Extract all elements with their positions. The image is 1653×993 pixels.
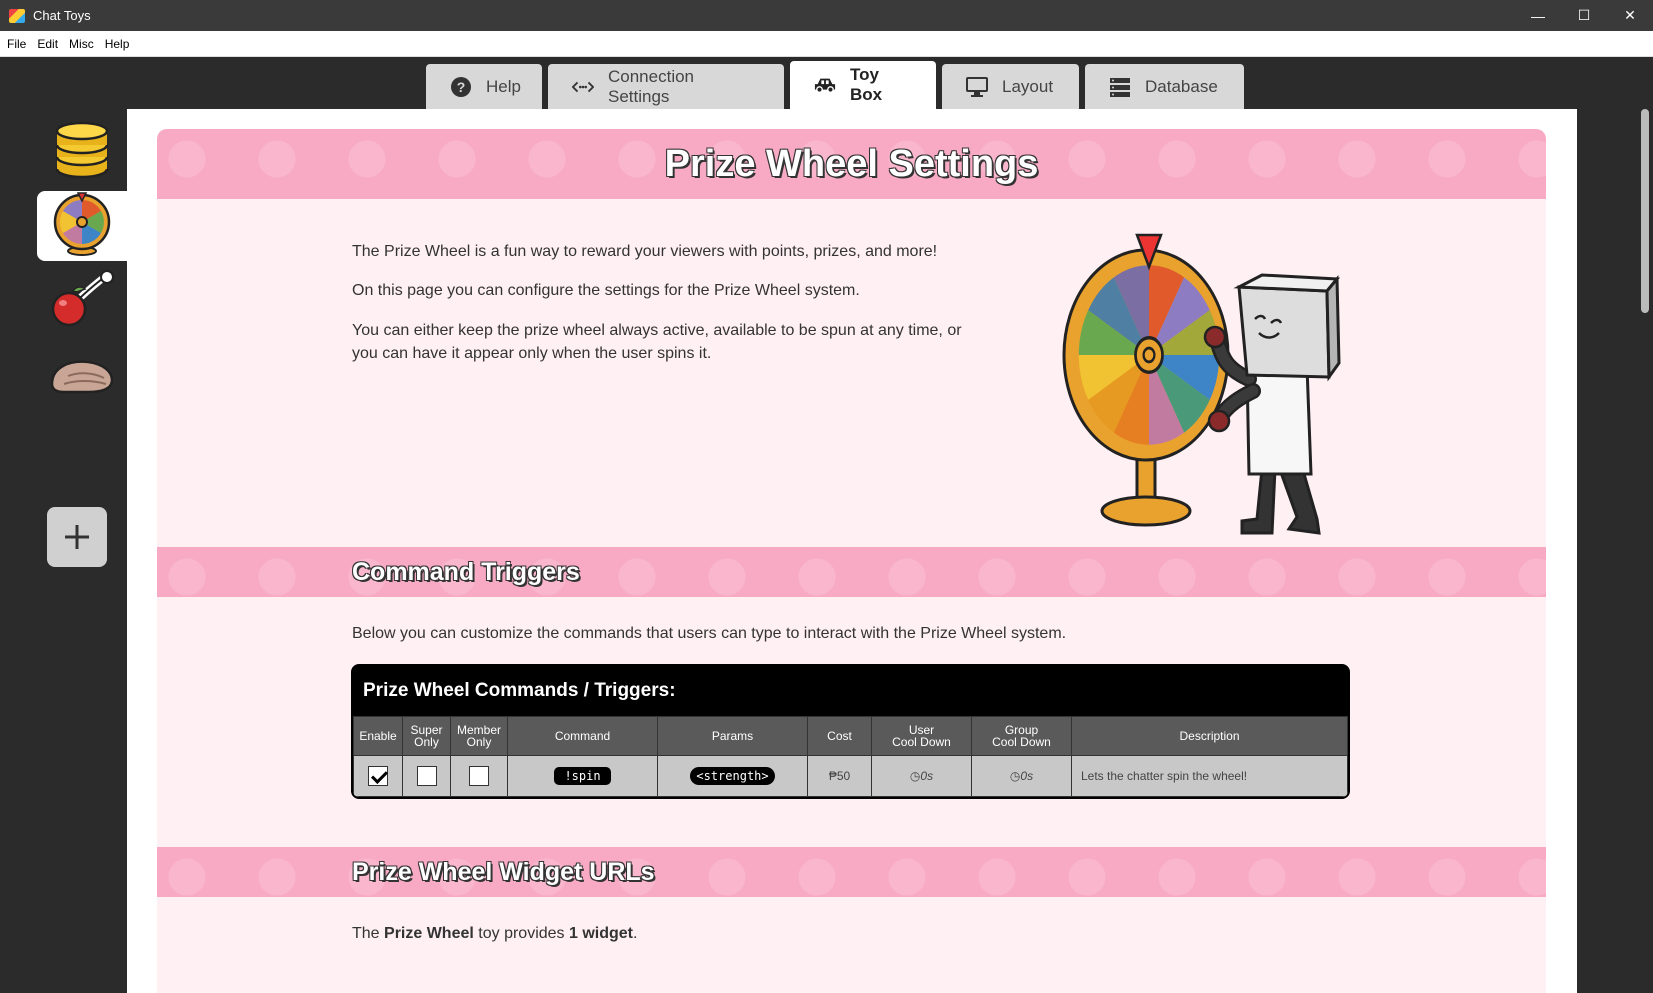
prize-wheel-illustration xyxy=(1057,229,1377,544)
intro-paragraph-1: The Prize Wheel is a fun way to reward y… xyxy=(352,243,938,260)
connection-icon xyxy=(572,76,594,98)
user-cooldown-value: 0s xyxy=(920,769,934,783)
tab-help-label: Help xyxy=(486,76,521,96)
member-only-cell xyxy=(450,755,508,797)
command-cell[interactable]: !spin xyxy=(507,755,658,797)
description-cell[interactable]: Lets the chatter spin the wheel! xyxy=(1071,755,1348,797)
scrollbar-thumb[interactable] xyxy=(1641,109,1649,313)
sidebar-item-points[interactable] xyxy=(37,115,127,185)
page-title-banner: Prize Wheel Settings xyxy=(157,129,1546,199)
widget-urls-title: Prize Wheel Widget URLs xyxy=(352,857,655,886)
page-title: Prize Wheel Settings xyxy=(664,142,1039,185)
enable-cell xyxy=(353,755,403,797)
tab-toy-box[interactable]: Toy Box xyxy=(790,61,936,109)
command-triggers-title: Command Triggers xyxy=(352,557,580,586)
cost-cell[interactable]: ₱50 xyxy=(807,755,872,797)
command-triggers-banner: Command Triggers xyxy=(157,547,1546,597)
user-cooldown-cell[interactable]: ◷0s xyxy=(871,755,972,797)
content-scrollbar[interactable] xyxy=(1637,109,1653,993)
widget-summary-post: . xyxy=(633,925,638,942)
toy-settings-content: Prize Wheel Settings The Prize Wheel is … xyxy=(127,109,1577,993)
hand-icon xyxy=(48,354,116,403)
widget-summary-pre: The xyxy=(352,925,385,942)
menu-file[interactable]: File xyxy=(7,37,26,51)
tab-database[interactable]: Database xyxy=(1085,64,1244,109)
header-group-cd-line2: Cool Down xyxy=(992,735,1051,749)
widget-urls-summary: The Prize Wheel toy provides 1 widget. xyxy=(352,922,637,945)
clock-icon: ◷ xyxy=(909,769,921,783)
commands-header-row: Enable Super Only Member Only Command Para… xyxy=(353,716,1348,756)
widget-urls-banner: Prize Wheel Widget URLs xyxy=(157,847,1546,897)
table-row: !spin <strength> ₱50 ◷0s ◷0s Lets the ch… xyxy=(353,755,1348,797)
widget-summary-mid: toy provides xyxy=(473,925,569,942)
monitor-icon xyxy=(966,76,988,98)
tab-connection-settings[interactable]: Connection Settings xyxy=(548,64,784,109)
toy-car-icon xyxy=(814,74,836,96)
tab-connection-settings-label: Connection Settings xyxy=(608,66,695,106)
prize-wheel-panel: Prize Wheel Settings The Prize Wheel is … xyxy=(157,129,1546,993)
tab-layout[interactable]: Layout xyxy=(942,64,1079,109)
params-pill[interactable]: <strength> xyxy=(690,767,775,785)
header-member-line2: Only xyxy=(466,735,492,749)
svg-text:?: ? xyxy=(457,79,466,95)
sidebar-item-prize-wheel[interactable] xyxy=(37,191,127,261)
widget-summary-toy-name: Prize Wheel xyxy=(384,925,474,942)
tab-database-label: Database xyxy=(1145,76,1218,96)
window-controls: — ☐ ✕ xyxy=(1515,0,1653,31)
params-cell[interactable]: <strength> xyxy=(657,755,808,797)
header-super-only: Super Only xyxy=(402,716,451,756)
add-toy-button[interactable] xyxy=(47,507,107,567)
super-only-cell xyxy=(402,755,451,797)
header-member-only: Member Only xyxy=(450,716,508,756)
menu-bar: File Edit Misc Help xyxy=(0,31,1653,57)
header-enable: Enable xyxy=(353,716,403,756)
commands-table-title: Prize Wheel Commands / Triggers: xyxy=(363,680,676,701)
close-button[interactable]: ✕ xyxy=(1607,0,1653,31)
prize-wheel-icon xyxy=(52,191,112,261)
member-only-checkbox[interactable] xyxy=(469,766,489,786)
app-logo-icon xyxy=(9,8,25,23)
question-circle-icon: ? xyxy=(450,76,472,98)
app-area: ? Help Connection Settings Toy Box Layou… xyxy=(0,57,1653,993)
commands-table: Prize Wheel Commands / Triggers: Enable … xyxy=(351,664,1350,799)
title-bar: Chat Toys — ☐ ✕ xyxy=(0,0,1653,31)
maximize-button[interactable]: ☐ xyxy=(1561,0,1607,31)
header-user-cd-line2: Cool Down xyxy=(892,735,951,749)
intro-paragraph-3: You can either keep the prize wheel alwa… xyxy=(352,322,962,362)
command-pill[interactable]: !spin xyxy=(554,767,611,785)
super-only-checkbox[interactable] xyxy=(416,766,437,786)
tab-toy-box-label: Toy Box xyxy=(850,65,883,104)
cherry-bomb-icon xyxy=(49,269,115,336)
window-title: Chat Toys xyxy=(33,8,91,23)
clock-icon: ◷ xyxy=(1009,769,1021,783)
group-cooldown-cell[interactable]: ◷0s xyxy=(971,755,1072,797)
menu-edit[interactable]: Edit xyxy=(37,37,58,51)
header-user-cooldown: User Cool Down xyxy=(871,716,972,756)
sidebar-item-touch[interactable] xyxy=(37,343,127,413)
menu-help[interactable]: Help xyxy=(105,37,130,51)
coin-stack-icon xyxy=(52,117,112,184)
commands-grid: Enable Super Only Member Only Command Para… xyxy=(353,716,1348,797)
header-description: Description xyxy=(1071,716,1348,756)
tab-layout-label: Layout xyxy=(1002,76,1054,96)
toy-sidebar xyxy=(0,115,127,993)
widget-summary-count: 1 widget xyxy=(568,925,633,942)
wheel-mascot-icon xyxy=(1062,233,1341,535)
header-params: Params xyxy=(657,716,808,756)
group-cooldown-value: 0s xyxy=(1020,769,1034,783)
sidebar-item-bits[interactable] xyxy=(37,267,127,337)
header-super-line2: Only xyxy=(414,735,439,749)
tab-help[interactable]: ? Help xyxy=(426,64,542,109)
enable-checkbox[interactable] xyxy=(368,766,388,786)
main-tabs: ? Help Connection Settings Toy Box Layou… xyxy=(426,61,1250,109)
plus-icon xyxy=(65,525,89,549)
database-icon xyxy=(1109,76,1131,98)
minimize-button[interactable]: — xyxy=(1515,0,1561,31)
header-group-cooldown: Group Cool Down xyxy=(971,716,1072,756)
menu-misc[interactable]: Misc xyxy=(69,37,94,51)
header-cost: Cost xyxy=(807,716,872,756)
intro-paragraph-2: On this page you can configure the setti… xyxy=(352,282,860,299)
command-triggers-description: Below you can customize the commands tha… xyxy=(352,625,1067,642)
header-command: Command xyxy=(507,716,658,756)
